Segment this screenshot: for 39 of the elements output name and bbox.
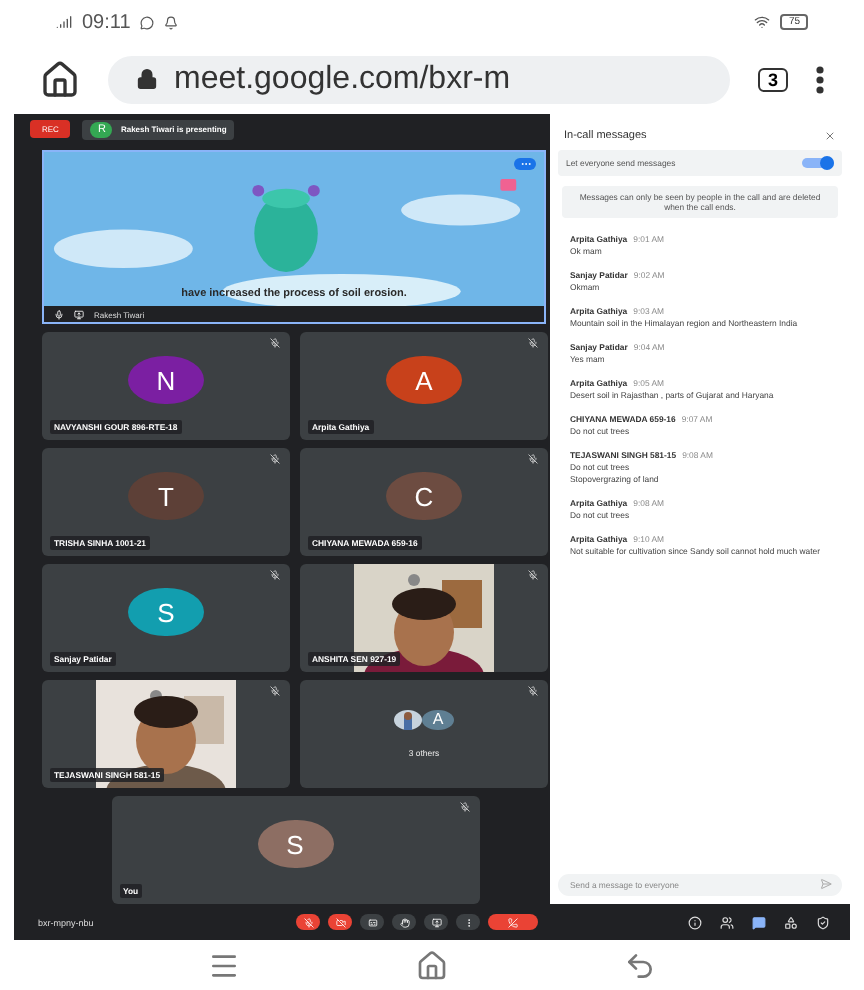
menu-button[interactable]: [816, 65, 824, 93]
signal-icon: [56, 14, 72, 30]
wifi-icon: [754, 14, 771, 30]
menu-icon[interactable]: [208, 949, 240, 981]
present-icon: [431, 917, 441, 927]
close-button[interactable]: [824, 130, 836, 142]
mic-off-icon: [303, 917, 313, 927]
bell-icon: [164, 15, 179, 29]
chat-bubble-icon: [140, 15, 155, 29]
hand-icon: [399, 917, 409, 927]
mic-button[interactable]: [296, 914, 320, 930]
mic-icon: [54, 309, 64, 319]
present-button[interactable]: [424, 914, 448, 930]
tab-count-button[interactable]: 3: [757, 67, 788, 91]
url-text: meet.google.com/bxr-m: [174, 61, 511, 97]
hang-up-button[interactable]: [488, 914, 538, 930]
avatar: S: [128, 587, 204, 637]
lock-icon: [136, 68, 158, 90]
toggle-switch[interactable]: [802, 156, 834, 170]
clock: 09:11: [82, 11, 131, 33]
address-bar[interactable]: meet.google.com/bxr-m: [108, 55, 730, 103]
phone-icon: [508, 917, 518, 927]
captions-icon: [367, 917, 377, 927]
home-icon[interactable]: [416, 949, 448, 981]
more-icon: [816, 65, 824, 93]
more-options-button[interactable]: [456, 914, 480, 930]
home-button[interactable]: [40, 59, 80, 99]
avatar: C: [386, 471, 462, 521]
avatar: T: [128, 471, 204, 521]
camera-off-icon: [335, 917, 345, 927]
back-icon[interactable]: [624, 949, 656, 981]
avatar: A: [422, 709, 454, 731]
raise-hand-button[interactable]: [392, 914, 416, 930]
screen-share-icon: [74, 309, 84, 319]
captions-button[interactable]: [360, 914, 384, 930]
avatar: N: [128, 355, 204, 405]
avatar: A: [386, 355, 462, 405]
camera-button[interactable]: [328, 914, 352, 930]
avatar: S: [257, 819, 333, 869]
